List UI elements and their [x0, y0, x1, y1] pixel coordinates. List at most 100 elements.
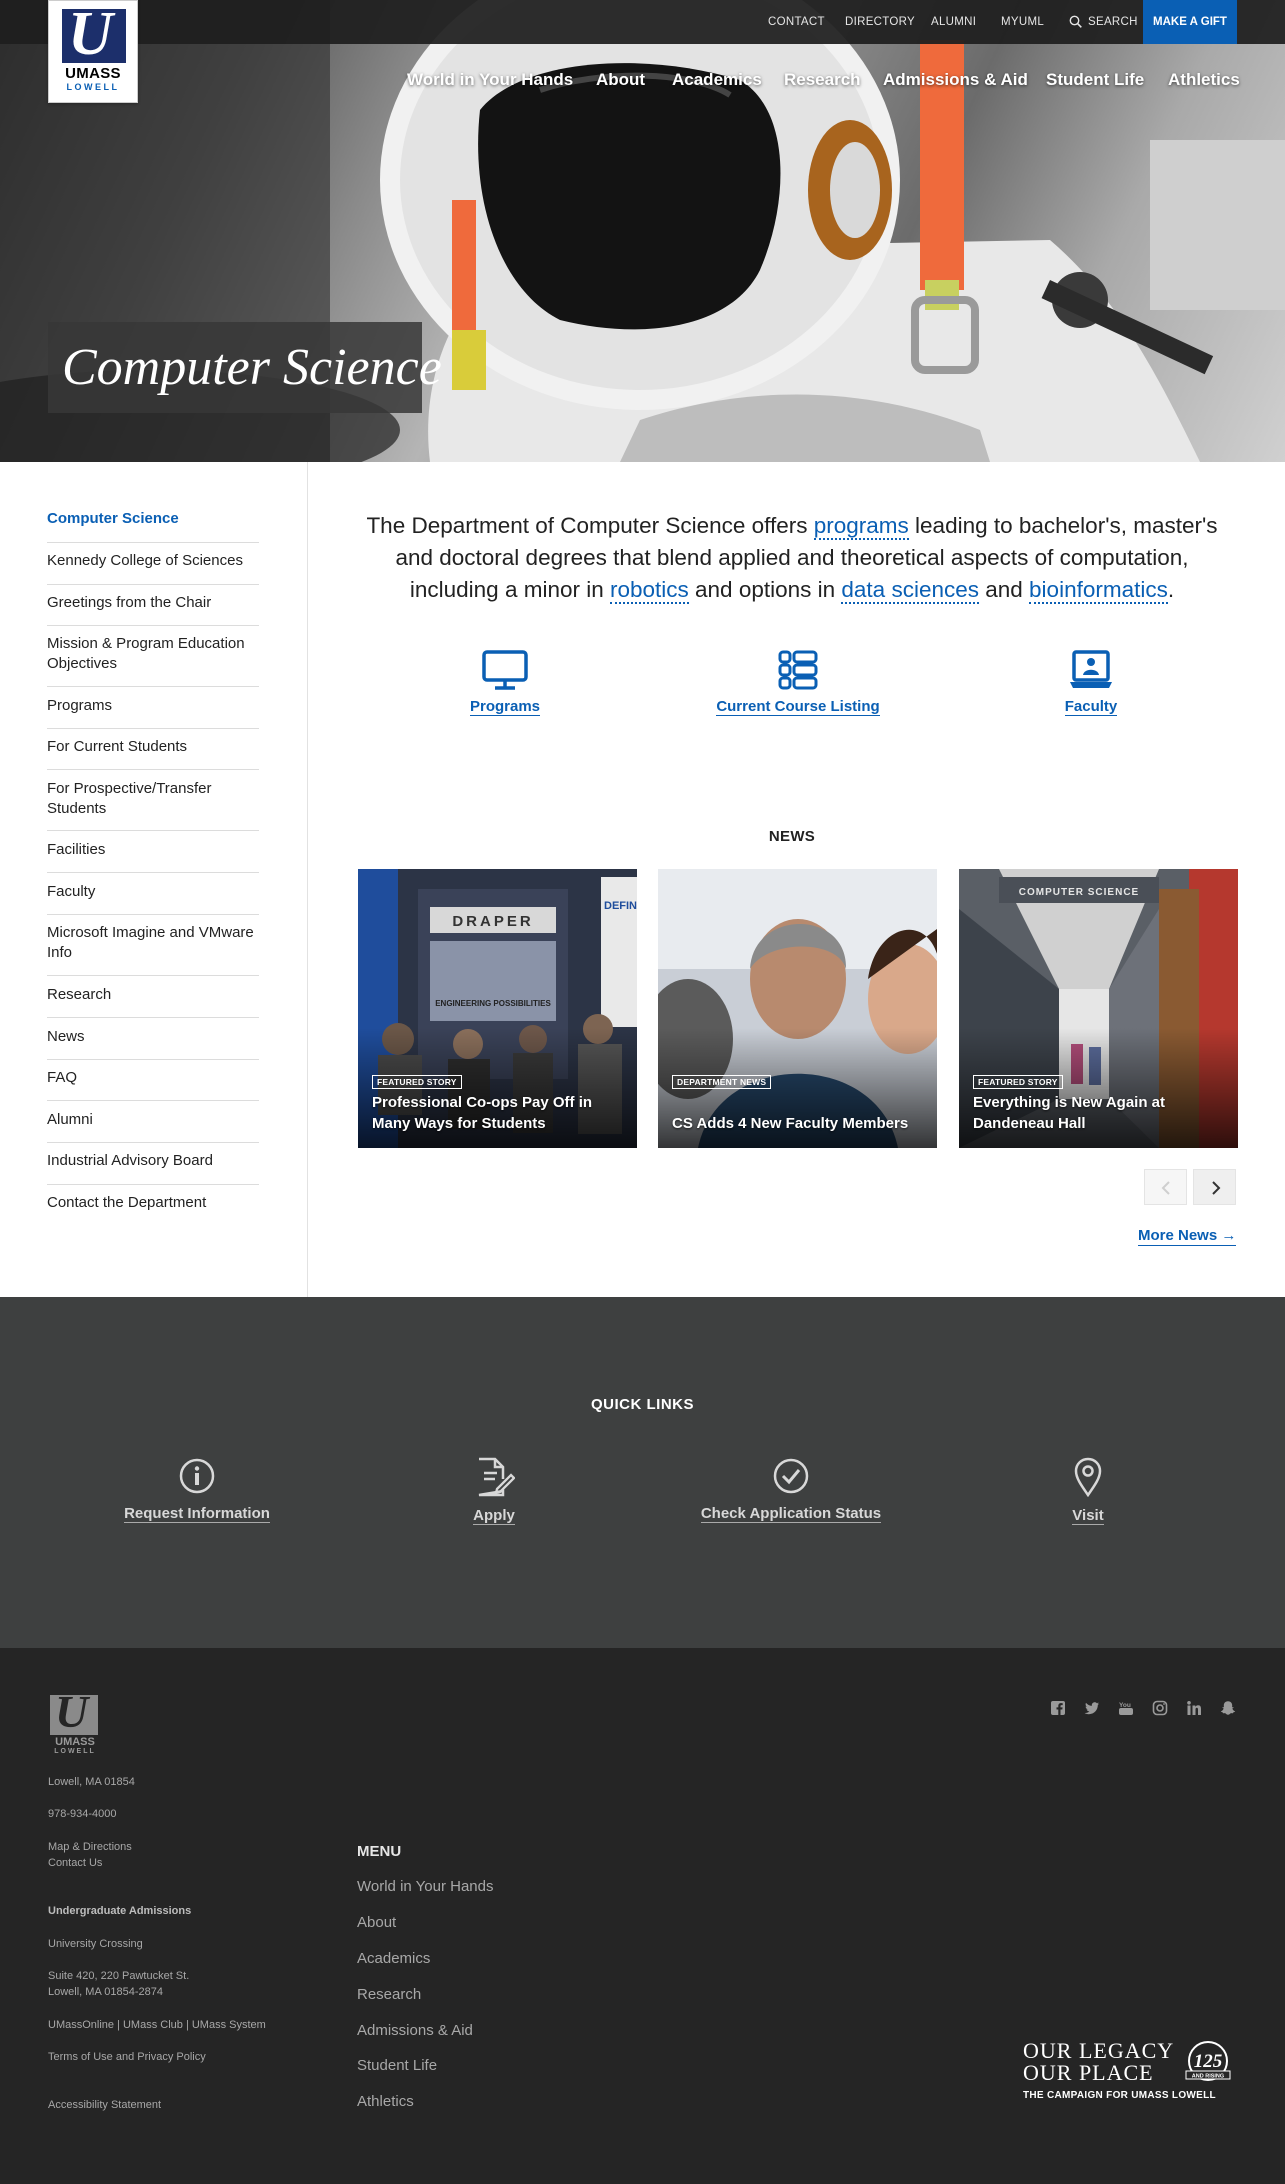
sidebar-divider — [47, 542, 259, 543]
myuml-link[interactable]: MYUML — [1001, 0, 1044, 44]
sidebar-item-news[interactable]: News — [47, 1027, 259, 1047]
instagram-icon[interactable] — [1152, 1700, 1168, 1716]
check-application-status-label: Check Application Status — [700, 1505, 882, 1523]
directory-link[interactable]: DIRECTORY — [845, 0, 915, 44]
sidebar-item-advisory-board[interactable]: Industrial Advisory Board — [47, 1151, 259, 1171]
campaign-logo[interactable]: OUR LEGACY OUR PLACE THE CAMPAIGN FOR UM… — [1023, 2040, 1238, 2106]
faculty-feature-link[interactable]: Faculty — [991, 650, 1191, 716]
footer-admissions-building: University Crossing — [48, 1938, 143, 1950]
sidebar-item-faq[interactable]: FAQ — [47, 1068, 259, 1088]
more-news-link[interactable]: More News → — [1138, 1227, 1237, 1246]
footer-phone-link[interactable]: 978-934-4000 — [48, 1807, 117, 1822]
footer-menu-world-in-your-hands[interactable]: World in Your Hands — [357, 1878, 493, 1895]
sidebar-item-computer-science[interactable]: Computer Science — [47, 509, 259, 529]
utility-bar: CONTACT DIRECTORY ALUMNI MYUML SEARCH MA… — [0, 0, 1285, 44]
sidebar-divider — [47, 728, 259, 729]
footer-systems-links[interactable]: UMassOnline | UMass Club | UMass System — [48, 2018, 266, 2033]
apply-link[interactable]: Apply — [384, 1457, 604, 1525]
hero-banner: CONTACT DIRECTORY ALUMNI MYUML SEARCH MA… — [0, 0, 1285, 462]
footer-logo[interactable]: U UMASS LOWELL — [48, 1689, 102, 1757]
sidebar-divider — [47, 1142, 259, 1143]
hero-title-box: Computer Science — [48, 322, 442, 413]
sidebar-item-research[interactable]: Research — [47, 985, 259, 1005]
footer-city: Lowell, MA 01854 — [48, 1776, 135, 1788]
footer-menu-athletics[interactable]: Athletics — [357, 2093, 414, 2110]
footer-menu-about[interactable]: About — [357, 1914, 396, 1931]
footer-menu-admissions-aid[interactable]: Admissions & Aid — [357, 2022, 473, 2039]
sidebar-item-contact-department[interactable]: Contact the Department — [47, 1193, 259, 1213]
nav-athletics[interactable]: Athletics — [1168, 70, 1240, 94]
news-card-tag: DEPARTMENT NEWS — [672, 1075, 772, 1089]
course-listing-feature-link[interactable]: Current Course Listing — [698, 650, 898, 716]
news-card-faculty[interactable]: DEPARTMENT NEWS CS Adds 4 New Faculty Me… — [658, 869, 937, 1148]
carousel-next-button[interactable] — [1193, 1169, 1236, 1205]
chevron-right-icon — [1212, 1181, 1221, 1195]
sidebar-item-facilities[interactable]: Facilities — [47, 840, 259, 860]
news-card-tag: FEATURED STORY — [372, 1075, 462, 1089]
engineering-banner-text: ENGINEERING POSSIBILITIES — [435, 999, 551, 1008]
apply-label: Apply — [473, 1507, 515, 1525]
facebook-icon[interactable] — [1050, 1700, 1066, 1716]
sidebar-item-alumni[interactable]: Alumni — [47, 1110, 259, 1130]
nav-academics[interactable]: Academics — [672, 70, 762, 94]
nav-research[interactable]: Research — [784, 70, 861, 94]
sidebar-item-mission[interactable]: Mission & Program Education Objectives — [47, 634, 259, 674]
footer-menu-research[interactable]: Research — [357, 1986, 421, 2003]
contact-link[interactable]: CONTACT — [768, 0, 825, 44]
sidebar-item-programs[interactable]: Programs — [47, 696, 259, 716]
sidebar-item-faculty[interactable]: Faculty — [47, 882, 259, 902]
twitter-icon[interactable] — [1084, 1700, 1100, 1716]
logo-mark: U — [62, 3, 126, 65]
list-icon — [778, 650, 818, 690]
intro-text: and options in — [688, 577, 842, 602]
footer-terms-link[interactable]: Terms of Use and Privacy Policy — [48, 2050, 206, 2065]
sidebar-divider — [47, 975, 259, 976]
intro-text: The Department of Computer Science offer… — [366, 513, 814, 538]
carousel-prev-button[interactable] — [1144, 1169, 1187, 1205]
programs-inline-link[interactable]: programs — [813, 513, 909, 540]
make-a-gift-button[interactable]: MAKE A GIFT — [1143, 0, 1237, 44]
nav-student-life[interactable]: Student Life — [1046, 70, 1144, 94]
news-card-dandeneau[interactable]: COMPUTER SCIENCE FEATURED STORY Everythi… — [959, 869, 1238, 1148]
footer-contact-link[interactable]: Contact Us — [48, 1856, 102, 1871]
request-information-link[interactable]: Request Information — [87, 1457, 307, 1523]
news-card-title: Everything is New Again at Dandeneau Hal… — [973, 1094, 1165, 1132]
search-link[interactable]: SEARCH — [1088, 0, 1138, 44]
nav-about[interactable]: About — [596, 70, 645, 94]
campaign-line-1: OUR LEGACY — [1023, 2038, 1175, 2063]
footer-menu-student-life[interactable]: Student Life — [357, 2057, 437, 2074]
youtube-icon[interactable]: You — [1118, 1700, 1134, 1716]
data-sciences-inline-link[interactable]: data sciences — [841, 577, 979, 604]
document-edit-icon — [478, 1457, 515, 1497]
bioinformatics-inline-link[interactable]: bioinformatics — [1029, 577, 1168, 604]
footer-accessibility-link[interactable]: Accessibility Statement — [48, 2098, 161, 2113]
section-sidebar: Computer Science Kennedy College of Scie… — [0, 462, 308, 1297]
sidebar-item-microsoft-vmware[interactable]: Microsoft Imagine and VMware Info — [47, 923, 259, 963]
snapchat-icon[interactable] — [1220, 1700, 1236, 1716]
sidebar-item-kennedy-college[interactable]: Kennedy College of Sciences — [47, 551, 259, 571]
umass-lowell-logo[interactable]: U UMASS LOWELL — [48, 0, 138, 103]
robotics-inline-link[interactable]: robotics — [609, 577, 689, 604]
footer-address-line-2: Lowell, MA 01854-2874 — [48, 1986, 163, 1998]
news-card-coops[interactable]: DRAPER ENGINEERING POSSIBILITIES DEFIN H… — [358, 869, 637, 1148]
intro-paragraph: The Department of Computer Science offer… — [352, 510, 1232, 606]
sidebar-divider — [47, 830, 259, 831]
check-application-status-link[interactable]: Check Application Status — [681, 1457, 901, 1523]
sidebar-item-current-students[interactable]: For Current Students — [47, 737, 259, 757]
nav-world-in-your-hands[interactable]: World in Your Hands — [407, 70, 573, 94]
sidebar-item-prospective-students[interactable]: For Prospective/Transfer Students — [47, 779, 259, 819]
laptop-user-icon — [1070, 650, 1112, 688]
footer-directions-link[interactable]: Map & Directions — [48, 1840, 132, 1855]
sidebar-item-greetings[interactable]: Greetings from the Chair — [47, 593, 259, 613]
programs-feature-link[interactable]: Programs — [405, 650, 605, 716]
sidebar-divider — [47, 584, 259, 585]
nav-admissions-aid[interactable]: Admissions & Aid — [883, 70, 1028, 94]
logo-text-umass: UMASS — [65, 65, 121, 82]
page-title: Computer Science — [62, 339, 442, 396]
search-icon[interactable] — [1069, 15, 1082, 29]
linkedin-icon[interactable] — [1186, 1700, 1202, 1716]
footer-menu-academics[interactable]: Academics — [357, 1950, 430, 1967]
visit-link[interactable]: Visit — [978, 1457, 1198, 1525]
alumni-link[interactable]: ALUMNI — [931, 0, 976, 44]
logo-text-lowell: LOWELL — [66, 82, 120, 92]
